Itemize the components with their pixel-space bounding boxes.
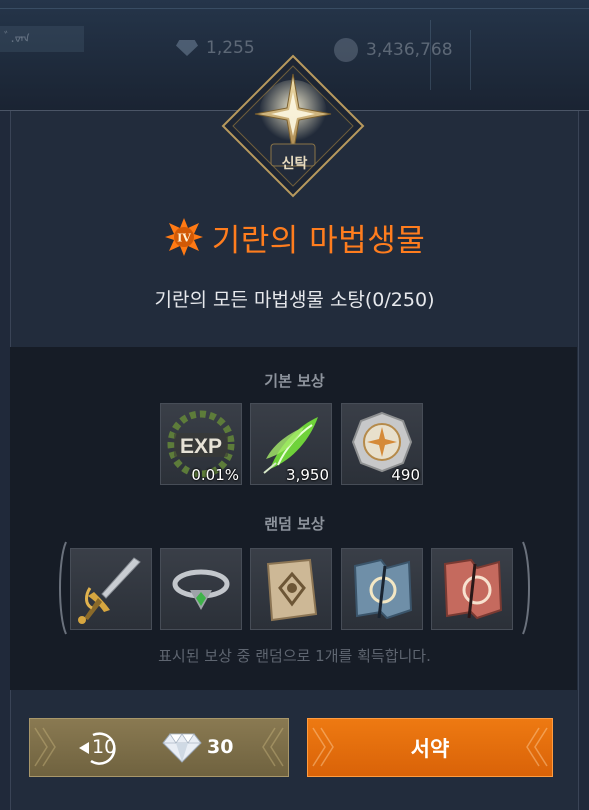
- emerald-ring-icon: [172, 569, 230, 610]
- diamond-icon: [176, 40, 198, 56]
- random-reward-sword[interactable]: [70, 548, 152, 630]
- reward-slot-medal[interactable]: 490: [341, 403, 423, 485]
- hud-line: [470, 30, 471, 90]
- rank-badge-icon: IV: [164, 218, 203, 256]
- basic-reward-label: 기본 보상: [264, 372, 325, 390]
- button-ornament-icon: [526, 727, 548, 767]
- blue-torn-scroll-icon: [353, 558, 413, 620]
- golden-sword-icon: [78, 557, 141, 624]
- accept-oath-label: 서약: [410, 736, 450, 761]
- refresh-count: 10: [92, 736, 117, 758]
- button-ornament-icon: [312, 727, 334, 767]
- button-ornament-icon: [34, 727, 56, 767]
- random-reward-label: 랜덤 보상: [264, 515, 325, 533]
- oracle-emblem-icon: [221, 54, 365, 198]
- quest-objective: 기란의 모든 마법생물 소탕(0/250): [154, 289, 435, 311]
- random-reward-red-scroll[interactable]: [431, 548, 513, 630]
- quest-title-row: IV 기란의 마법생물: [0, 215, 589, 259]
- reward-slot-feather[interactable]: 3,950: [250, 403, 332, 485]
- scroll-icon: [266, 558, 318, 622]
- left-bracket-icon: [59, 541, 67, 635]
- red-torn-scroll-icon: [443, 558, 503, 620]
- quest-title: 기란의 마법생물: [211, 222, 426, 259]
- random-reward-scroll[interactable]: [250, 548, 332, 630]
- random-reward-blue-scroll[interactable]: [341, 548, 423, 630]
- random-reward-note: 표시된 보상 중 랜덤으로 1개를 획득합니다.: [158, 647, 431, 665]
- reward-qty: 3,950: [286, 466, 329, 484]
- reward-qty: 0.01%: [191, 466, 239, 484]
- diamond-icon: [162, 733, 202, 763]
- random-reward-ring[interactable]: [160, 548, 242, 630]
- diamond-cost: 30: [207, 736, 234, 758]
- hud-line: [0, 8, 589, 9]
- button-ornament-icon: [262, 727, 284, 767]
- rank-numeral: IV: [177, 232, 191, 245]
- accept-oath-button[interactable]: 서약: [307, 718, 553, 777]
- right-bracket-icon: [522, 541, 530, 635]
- hud-tag: ﾞ.ᢦᠬ: [0, 26, 84, 52]
- svg-text:EXP: EXP: [180, 435, 222, 458]
- reward-slot-exp[interactable]: EXP 0.01%: [160, 403, 242, 485]
- emblem-label: 신탁: [281, 156, 308, 172]
- refresh-quest-button[interactable]: [29, 718, 289, 777]
- reward-qty: 490: [391, 466, 420, 484]
